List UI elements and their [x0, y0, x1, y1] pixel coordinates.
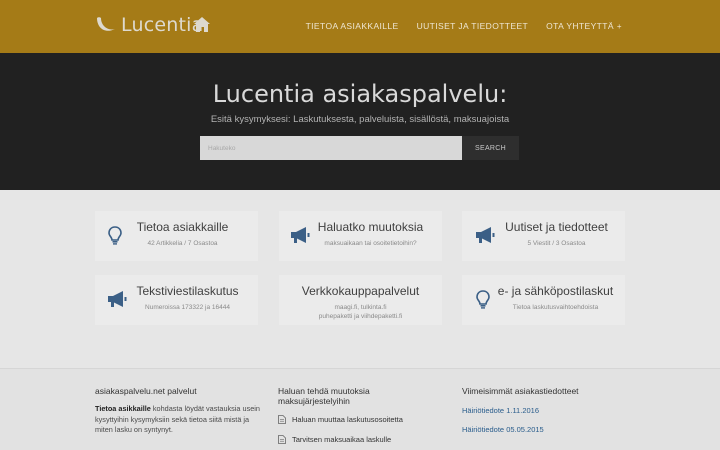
hero-subtitle: Esitä kysymyksesi: Laskutuksesta, palvel…	[210, 114, 510, 125]
card-tietoa-asiakkaille[interactable]: Tietoa asiakkaille 42 Artikkelia / 7 Osa…	[95, 211, 258, 261]
nav-ota-yhteytta[interactable]: OTA YHTEYTTÄ +	[546, 21, 622, 31]
card-uutiset-ja-tiedotteet[interactable]: Uutiset ja tiedotteet 5 Viestit / 3 Osas…	[462, 211, 625, 261]
document-icon	[278, 435, 286, 444]
card-title: Tietoa asiakkaille	[136, 220, 229, 234]
nav-tietoa-asiakkaille[interactable]: TIETOA ASIAKKAILLE	[306, 21, 399, 31]
card-verkkokauppapalvelut[interactable]: Verkkokauppapalvelut maagi.fi, tulkinta.…	[279, 275, 442, 325]
card-subtitle: Tietoa laskutusvaihtoehdoista	[512, 304, 599, 311]
footer-column-services: asiakaspalvelu.net palvelut Tietoa asikk…	[95, 386, 260, 436]
nav-uutiset-ja-tiedotteet[interactable]: UUTISET JA TIEDOTTEET	[417, 21, 529, 31]
footer-list-item-label: Tarvitsen maksuaikaa laskulle	[292, 435, 392, 444]
card-e-ja-sahkopostilaskut[interactable]: e- ja sähköpostilaskut Tietoa laskutusva…	[462, 275, 625, 325]
card-title: e- ja sähköpostilaskut	[497, 284, 614, 298]
card-subtitle: maagi.fi, tulkinta.fi puhepaketti ja viih…	[279, 303, 442, 321]
home-icon[interactable]	[193, 16, 211, 33]
footer: asiakaspalvelu.net palvelut Tietoa asikk…	[0, 368, 720, 450]
footer-list-item[interactable]: Tarvitsen maksuaikaa laskulle	[278, 435, 443, 444]
card-subtitle: maksuaikaan tai osoitetietoihin?	[324, 240, 417, 247]
footer-column-changes: Haluan tehdä muutoksia maksujärjestelyih…	[278, 386, 443, 444]
footer-news-link[interactable]: Häiriötiedote 05.05.2015	[462, 425, 627, 434]
main-nav: TIETOA ASIAKKAILLE UUTISET JA TIEDOTTEET…	[306, 21, 622, 31]
footer-news-link[interactable]: Häiriötiedote 1.11.2016	[462, 406, 627, 415]
footer-heading: Viimeisimmät asiakastiedotteet	[462, 386, 579, 396]
crescent-moon-icon	[97, 17, 115, 31]
footer-list-item[interactable]: Haluan muuttaa laskutusosoitetta	[278, 415, 443, 424]
footer-heading: Haluan tehdä muutoksia maksujärjestelyih…	[278, 386, 370, 406]
card-subtitle-line-2: puhepaketti ja viihdepaketti.fi	[318, 313, 403, 320]
search-button[interactable]: SEARCH	[462, 136, 519, 160]
card-title: Verkkokauppapalvelut	[301, 284, 420, 298]
footer-heading: asiakaspalvelu.net palvelut	[95, 386, 197, 396]
card-title: Haluatko muutoksia	[317, 220, 424, 234]
document-icon	[278, 415, 286, 424]
top-navigation-bar: Lucentia TIETOA ASIAKKAILLE UUTISET JA T…	[0, 0, 720, 53]
logo[interactable]: Lucentia	[95, 12, 203, 38]
card-haluatko-muutoksia[interactable]: Haluatko muutoksia maksuaikaan tai osoit…	[279, 211, 442, 261]
logo-text: Lucentia	[121, 14, 204, 36]
search-input[interactable]	[200, 136, 462, 160]
footer-bold-link[interactable]: Tietoa asikkaille	[95, 404, 151, 413]
hero-section: Lucentia asiakaspalvelu: Esitä kysymykse…	[0, 53, 720, 190]
card-title: Tekstiviestilaskutus	[136, 284, 239, 298]
footer-text: Tietoa asikkaille kohdasta löydät vastau…	[95, 404, 260, 436]
card-subtitle: Numeroissa 173322 ja 16444	[145, 304, 230, 311]
card-tekstiviestilaskutus[interactable]: Tekstiviestilaskutus Numeroissa 173322 j…	[95, 275, 258, 325]
footer-list-item-label: Haluan muuttaa laskutusosoitetta	[292, 415, 403, 424]
footer-column-announcements: Viimeisimmät asiakastiedotteet Häiriötie…	[462, 386, 627, 434]
card-title: Uutiset ja tiedotteet	[505, 220, 608, 234]
card-subtitle-line-1: maagi.fi, tulkinta.fi	[334, 304, 387, 311]
nav-ota-yhteytta-label: OTA YHTEYTTÄ	[546, 21, 614, 31]
card-subtitle: 5 Viestit / 3 Osastoa	[527, 240, 586, 247]
card-subtitle: 42 Artikkelia / 7 Osastoa	[147, 240, 218, 247]
hero-title: Lucentia asiakaspalvelu:	[212, 80, 508, 108]
plus-icon: +	[616, 22, 622, 31]
